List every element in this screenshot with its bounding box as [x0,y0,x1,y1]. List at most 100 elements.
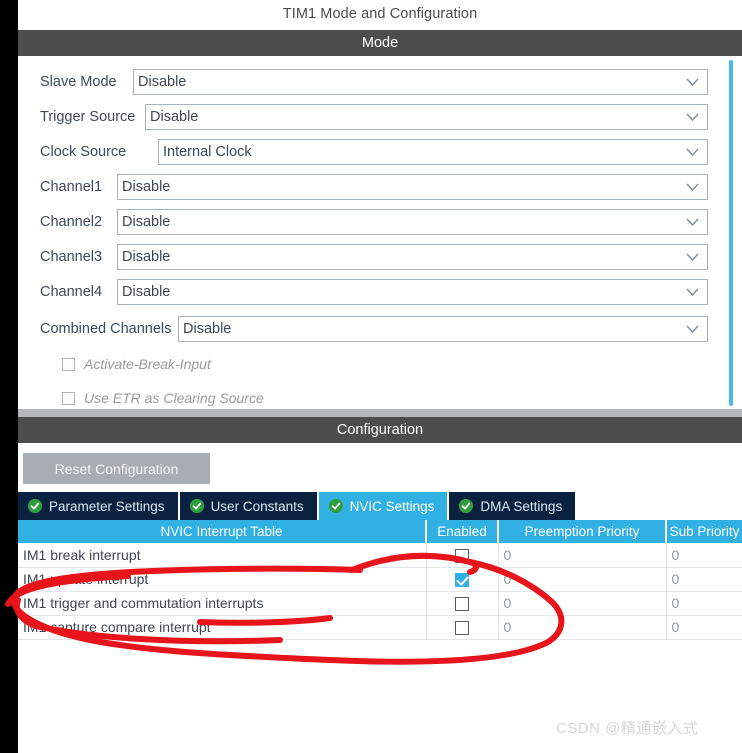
nvic-interrupt-table: NVIC Interrupt Table Enabled Preemption Pr… [18,520,742,640]
tab-label: DMA Settings [480,498,563,514]
interrupt-name-cell: IM1 break interrupt [18,543,427,568]
left-black-margin [0,0,18,753]
dropdown-value: Disable [122,249,171,265]
dropdown-channel4[interactable]: Disable [117,279,708,305]
table-row[interactable]: IM1 capture compare interrupt 0 0 [18,615,742,640]
sub-priority-cell[interactable]: 0 [666,615,742,640]
mode-panel: Slave Mode Disable Trigger Source Disable Cl… [18,56,742,409]
dropdown-channel3[interactable]: Disable [117,244,708,270]
interrupt-name-cell: IM1 capture compare interrupt [18,615,427,640]
enabled-checkbox[interactable] [455,548,469,563]
mode-checkbox-row: Activate-Break-Input [62,353,211,375]
tab-dma-settings[interactable]: DMA Settings [449,492,578,520]
tab-label: User Constants [210,498,304,514]
configuration-section-label: Configuration [336,422,424,438]
dropdown-value: Disable [122,284,171,300]
dropdown-value: Internal Clock [163,144,252,160]
tab-parameter-settings[interactable]: Parameter Settings [18,492,180,520]
checkbox-label: Activate-Break-Input [84,356,211,372]
chevron-down-icon [686,218,699,226]
dropdown-combined-channels[interactable]: Disable [178,316,708,342]
interrupt-name-cell: IM1 trigger and commutation interrupts [18,591,427,616]
preemption-priority-cell[interactable]: 0 [498,567,667,592]
reset-configuration-button[interactable]: Reset Configuration [23,453,210,484]
dropdown-value: Disable [122,214,171,230]
mode-field-row: Channel2 Disable [40,208,724,236]
enabled-cell[interactable] [426,591,499,616]
tab-label: NVIC Settings [349,498,435,514]
configuration-panel: Reset Configuration Parameter Settings Us… [18,443,742,753]
chevron-down-icon [686,148,699,156]
field-label: Channel4 [40,284,103,300]
enabled-checkbox[interactable] [455,597,469,612]
mode-field-row: Trigger Source Disable [40,103,724,131]
preemption-priority-cell[interactable]: 0 [498,591,667,616]
preemption-priority-cell[interactable]: 0 [498,543,667,568]
mode-field-row: Clock Source Internal Clock [40,138,724,166]
mode-field-row: Channel1 Disable [40,173,724,201]
dropdown-slave-mode[interactable]: Disable [133,69,708,95]
chevron-down-icon [686,288,699,296]
dropdown-channel2[interactable]: Disable [117,209,708,235]
mode-section-label: Mode [361,35,399,51]
sub-priority-cell[interactable]: 0 [666,543,742,568]
dropdown-channel1[interactable]: Disable [117,174,708,200]
table-header-row: NVIC Interrupt Table Enabled Preemption Pr… [18,520,742,543]
sub-priority-cell[interactable]: 0 [666,567,742,592]
sub-priority-cell[interactable]: 0 [666,591,742,616]
page-title: TIM1 Mode and Configuration [282,6,478,22]
chevron-down-icon [686,78,699,86]
chevron-down-icon [686,253,699,261]
enabled-cell[interactable] [426,615,499,640]
checkbox-activate-break-input [62,357,75,371]
field-label: Channel2 [40,214,103,230]
mode-checkbox-row: Use ETR as Clearing Source [62,387,264,409]
chevron-down-icon [686,183,699,191]
table-row[interactable]: IM1 trigger and commutation interrupts 0 0 [18,591,742,616]
green-check-icon [189,499,204,513]
green-check-icon [28,499,42,513]
vertical-scrollbar[interactable] [729,60,733,406]
section-divider [18,409,742,417]
field-label: Trigger Source [40,109,136,125]
tab-label: Parameter Settings [49,498,165,514]
mode-field-row: Channel3 Disable [40,243,724,271]
chevron-down-icon [686,325,699,333]
tab-user-constants[interactable]: User Constants [179,492,319,520]
table-row[interactable]: IM1 update interrupt 0 0 [18,567,742,592]
interrupt-name-cell: IM1 update interrupt [18,567,427,592]
csdn-watermark: CSDN @精通嵌入式 [556,720,699,737]
column-header: Preemption Priority [498,520,667,543]
mode-field-row: Channel4 Disable [40,278,724,306]
enabled-checkbox[interactable] [455,621,469,636]
column-header: Sub Priority [666,520,742,543]
green-check-icon [328,499,343,513]
dropdown-value: Disable [138,74,187,90]
column-header: NVIC Interrupt Table [18,520,427,543]
panel-title-bar: TIM1 Mode and Configuration [18,0,742,28]
enabled-checkbox[interactable] [455,573,469,588]
green-check-icon [459,499,474,513]
field-label: Slave Mode [40,74,117,90]
field-label: Combined Channels [40,321,172,337]
dropdown-value: Disable [122,179,171,195]
enabled-cell[interactable] [426,543,499,568]
field-label: Channel3 [40,249,103,265]
mode-field-row: Combined Channels Disable [40,315,724,343]
dropdown-value: Disable [183,321,232,337]
mode-section-header: Mode [18,30,742,56]
dropdown-value: Disable [150,109,199,125]
table-row[interactable]: IM1 break interrupt 0 0 [18,543,742,568]
field-label: Clock Source [40,144,127,160]
tab-nvic-settings[interactable]: NVIC Settings [318,492,450,520]
tim1-configuration-panel: TIM1 Mode and Configuration Mode Slave M… [0,0,742,753]
dropdown-clock-source[interactable]: Internal Clock [158,139,708,165]
checkbox-label: Use ETR as Clearing Source [84,390,264,406]
settings-tabstrip: Parameter Settings User Constants NVIC Set… [18,492,742,520]
chevron-down-icon [686,113,699,121]
table-body: IM1 break interrupt 0 0 IM1 update interrup… [18,543,742,640]
enabled-cell[interactable] [426,567,499,592]
preemption-priority-cell[interactable]: 0 [498,615,667,640]
dropdown-trigger-source[interactable]: Disable [145,104,708,130]
configuration-section-header: Configuration [18,417,742,443]
